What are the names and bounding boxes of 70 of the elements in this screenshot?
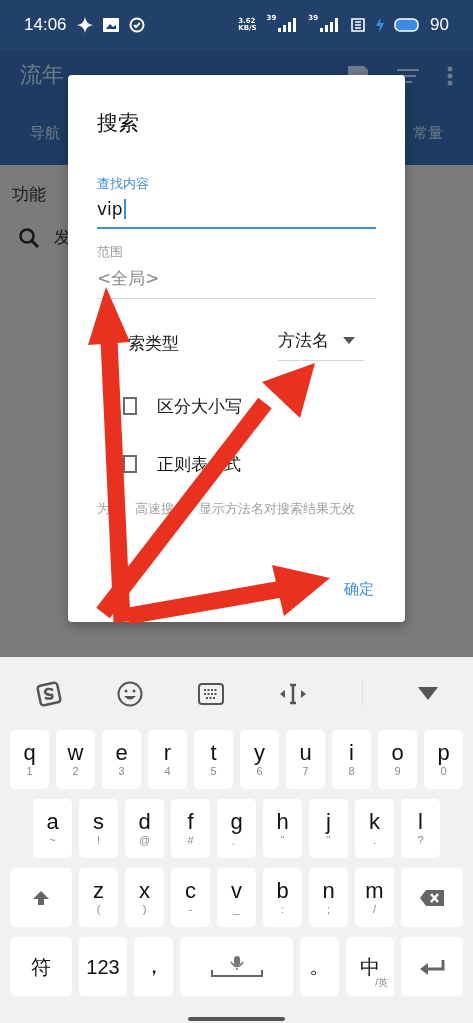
type-dropdown[interactable]: 方法名	[278, 325, 364, 361]
keyboard-key[interactable]: p 0	[424, 730, 463, 789]
keyboard-key[interactable]: f #	[171, 799, 210, 858]
keyboard-key[interactable]: 符	[10, 937, 72, 996]
keyboard-key[interactable]: h “	[263, 799, 302, 858]
field-label: 索类型	[128, 331, 179, 355]
list-item: 发	[54, 226, 71, 249]
image-icon	[102, 18, 119, 32]
shift-key[interactable]	[10, 868, 72, 927]
caret-icon	[343, 337, 355, 344]
keyboard-key[interactable]: l ?	[401, 799, 440, 858]
checkbox[interactable]	[123, 397, 137, 415]
keyboard-key[interactable]: c -	[171, 868, 210, 927]
keyboard-key[interactable]: d @	[125, 799, 164, 858]
keyboard-key[interactable]: j ”	[309, 799, 348, 858]
hint-text: 显示方法名对搜索结果无效	[199, 501, 355, 518]
signal-icon	[278, 18, 299, 32]
keyboard-key[interactable]: x )	[125, 868, 164, 927]
keyboard-key[interactable]: e 3	[102, 730, 141, 789]
keyboard-key[interactable]: r 4	[148, 730, 187, 789]
cursor-move-icon[interactable]	[278, 682, 307, 705]
signal-icon	[320, 18, 341, 32]
checkbox[interactable]	[123, 455, 137, 473]
backspace-icon	[419, 888, 445, 907]
charging-icon	[376, 17, 385, 33]
keyboard-key[interactable]: b :	[263, 868, 302, 927]
keyboard-key[interactable]: t 5	[194, 730, 233, 789]
keyboard-key[interactable]: 。	[300, 937, 339, 996]
check-circle-icon	[128, 17, 145, 33]
section-title: 功能	[12, 183, 46, 206]
enter-key[interactable]	[401, 937, 463, 996]
keyboard-key[interactable]: q 1	[10, 730, 49, 789]
keyboard-key[interactable]: a ~	[33, 799, 72, 858]
microphone-icon	[210, 955, 263, 978]
battery-level: 90	[430, 15, 449, 35]
dialog-title: 搜索	[97, 110, 140, 137]
keyboard-key[interactable]: y 6	[240, 730, 279, 789]
keyboard-key[interactable]: g 、	[217, 799, 256, 858]
keyboard-key[interactable]: i 8	[332, 730, 371, 789]
emoji-icon[interactable]	[116, 680, 143, 707]
keyboard-key[interactable]: n ;	[309, 868, 348, 927]
keyboard-key[interactable]: v _	[217, 868, 256, 927]
keyboard-icon[interactable]	[197, 682, 224, 705]
keyboard-key[interactable]: w 2	[56, 730, 95, 789]
keyboard-key[interactable]: k .	[355, 799, 394, 858]
query-field[interactable]: 查找内容 vip	[97, 175, 376, 229]
sparkle-icon	[76, 17, 93, 33]
checkbox-label: 区分大小写	[157, 394, 242, 418]
battery-icon	[394, 18, 421, 32]
keyboard-key[interactable]: s !	[79, 799, 118, 858]
logo-icon[interactable]	[35, 680, 62, 707]
keyboard-key[interactable]: 123	[79, 937, 127, 996]
shift-icon	[32, 888, 50, 907]
filter-icon[interactable]	[397, 69, 419, 83]
keyboard-key[interactable]: z (	[79, 868, 118, 927]
keyboard-key[interactable]: o 9	[378, 730, 417, 789]
space-key[interactable]	[180, 937, 293, 996]
more-icon[interactable]	[447, 66, 453, 86]
status-time: 14:06	[24, 15, 67, 35]
keyboard-key[interactable]: ，	[134, 937, 173, 996]
hd-icon	[350, 17, 367, 33]
keyboard-key[interactable]: 中 /英	[346, 937, 394, 996]
collapse-icon[interactable]	[417, 686, 438, 701]
app-title: 流年	[20, 61, 65, 89]
keyboard-key[interactable]: m /	[355, 868, 394, 927]
search-icon	[18, 226, 40, 249]
dialog-button[interactable]: 确定	[342, 576, 376, 603]
backspace-key[interactable]	[401, 868, 463, 927]
keyboard-key[interactable]: u 7	[286, 730, 325, 789]
enter-icon	[419, 958, 445, 975]
